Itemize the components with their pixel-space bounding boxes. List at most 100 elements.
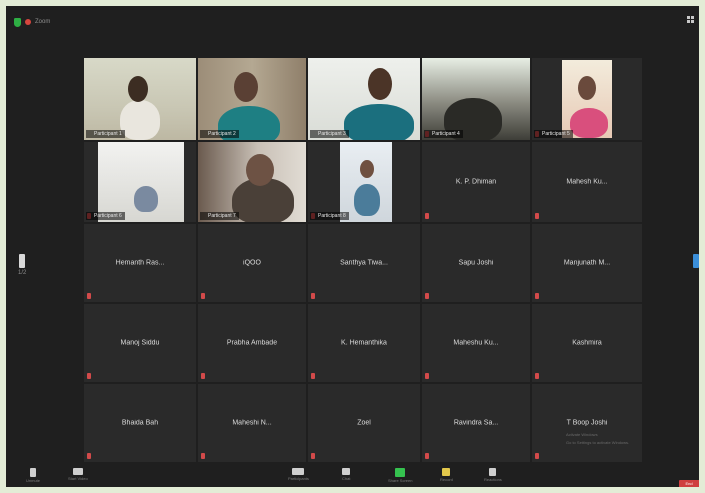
participant-tile[interactable]: Sapu Joshi bbox=[422, 224, 530, 302]
previous-page-button[interactable]: 1/2 bbox=[18, 254, 26, 276]
participant-name: Participant 7 bbox=[200, 212, 239, 220]
participant-tile[interactable]: Mahesh Ku... bbox=[532, 142, 642, 222]
video-tile[interactable]: Participant 1 bbox=[84, 58, 196, 140]
participant-name: T Boop Joshi bbox=[566, 419, 608, 427]
end-meeting-button[interactable]: End bbox=[679, 480, 699, 487]
speaker-view-grid-icon bbox=[687, 16, 694, 23]
participant-name: Bhaida Bah bbox=[121, 419, 159, 427]
participant-head bbox=[360, 160, 374, 178]
participant-body bbox=[354, 184, 380, 216]
reactions-label: Reactions bbox=[484, 477, 502, 482]
video-tile[interactable]: Participant 6 bbox=[84, 142, 196, 222]
mic-muted-icon bbox=[311, 293, 315, 299]
reactions-button[interactable]: Reactions bbox=[484, 468, 502, 482]
participant-body bbox=[570, 108, 608, 138]
participant-name: K. Hemanthika bbox=[341, 339, 387, 347]
participant-tile[interactable]: Hemanth Ras... bbox=[84, 224, 196, 302]
share-screen-button[interactable]: Share Screen bbox=[388, 468, 412, 483]
participant-name: Maheshu Ku... bbox=[453, 339, 499, 347]
chat-label: Chat bbox=[342, 476, 351, 481]
chat-icon bbox=[342, 468, 351, 475]
video-tile[interactable]: Participant 5 bbox=[532, 58, 642, 140]
meeting-title: Zoom bbox=[35, 19, 51, 25]
participant-head bbox=[128, 76, 148, 102]
participant-body bbox=[344, 104, 414, 140]
participant-name: Participant 1 bbox=[86, 130, 125, 138]
participant-name: Manoj Siddu bbox=[120, 339, 160, 347]
record-button[interactable]: Record bbox=[440, 468, 453, 482]
participant-tile[interactable]: Maheshi N... bbox=[198, 384, 306, 462]
participant-name: Santhya Tiwa... bbox=[340, 259, 388, 267]
start-video-button[interactable]: Start Video bbox=[68, 468, 88, 481]
participants-label: Participants bbox=[288, 476, 309, 481]
video-tile[interactable]: Participant 3 bbox=[308, 58, 420, 140]
participants-icon bbox=[292, 468, 305, 475]
view-button[interactable] bbox=[687, 16, 694, 23]
participant-tile[interactable]: K. Hemanthika bbox=[308, 304, 420, 382]
mic-muted-icon bbox=[425, 373, 429, 379]
participant-name: K. P. Dhiman bbox=[455, 178, 497, 186]
share-screen-label: Share Screen bbox=[388, 478, 413, 483]
chevron-right-icon bbox=[693, 254, 699, 268]
participant-head bbox=[246, 154, 274, 186]
share-screen-icon bbox=[395, 468, 406, 477]
watermark-line-1: Activate Windows bbox=[566, 432, 598, 437]
meeting-info[interactable]: Zoom bbox=[14, 16, 50, 28]
participant-tile[interactable]: Zoel bbox=[308, 384, 420, 462]
participant-name: Participant 5 bbox=[534, 130, 573, 138]
participant-name: Maheshi N... bbox=[232, 419, 272, 427]
participant-tile[interactable]: Prabha Ambade bbox=[198, 304, 306, 382]
video-off-icon bbox=[72, 468, 83, 475]
participant-tile[interactable]: Manjunath M... bbox=[532, 224, 642, 302]
watermark-line-2: Go to Settings to activate Windows. bbox=[566, 440, 630, 445]
mic-muted-icon bbox=[425, 213, 429, 219]
mic-muted-icon bbox=[311, 373, 315, 379]
participant-name: Hemanth Ras... bbox=[115, 259, 165, 267]
participant-head bbox=[368, 68, 392, 100]
mic-muted-icon bbox=[87, 453, 91, 459]
participant-tile[interactable]: Bhaida Bah bbox=[84, 384, 196, 462]
video-tile[interactable]: Participant 8 bbox=[308, 142, 420, 222]
participant-tile[interactable]: iQOO bbox=[198, 224, 306, 302]
participant-name: Participant 3 bbox=[310, 130, 349, 138]
mic-muted-icon bbox=[87, 293, 91, 299]
record-label: Record bbox=[440, 477, 453, 482]
participant-tile[interactable]: Manoj Siddu bbox=[84, 304, 196, 382]
top-bar: Zoom bbox=[6, 6, 699, 36]
participant-name: Mahesh Ku... bbox=[566, 178, 608, 186]
participant-head bbox=[578, 76, 596, 100]
participant-body bbox=[120, 100, 160, 140]
mic-muted-icon bbox=[87, 373, 91, 379]
participant-name: Participant 2 bbox=[200, 130, 239, 138]
participant-tile[interactable]: Kashmira bbox=[532, 304, 642, 382]
chevron-left-icon bbox=[19, 254, 26, 268]
unmute-button[interactable]: Unmute bbox=[26, 468, 40, 483]
meeting-toolbar: Unmute Start Video Participants Chat Sha… bbox=[6, 464, 699, 487]
video-tile[interactable]: Participant 7 bbox=[198, 142, 306, 222]
participant-tile[interactable]: Maheshu Ku... bbox=[422, 304, 530, 382]
participants-button[interactable]: Participants bbox=[288, 468, 309, 481]
reactions-icon bbox=[489, 468, 497, 476]
participant-name: Participant 8 bbox=[310, 212, 349, 220]
mic-muted-icon bbox=[201, 373, 205, 379]
video-tile[interactable]: Participant 2 bbox=[198, 58, 306, 140]
shield-check-icon[interactable] bbox=[14, 17, 21, 27]
chat-button[interactable]: Chat bbox=[342, 468, 350, 481]
participant-tile[interactable]: Santhya Tiwa... bbox=[308, 224, 420, 302]
video-tile[interactable]: Participant 4 bbox=[422, 58, 530, 140]
unmute-label: Unmute bbox=[26, 478, 41, 483]
participant-tile[interactable]: T Boop Joshi bbox=[532, 384, 642, 462]
participant-name: Ravindra Sa... bbox=[453, 419, 499, 427]
participant-tile[interactable]: K. P. Dhiman bbox=[422, 142, 530, 222]
record-dot-icon bbox=[25, 19, 31, 25]
meeting-window: Zoom 1/2 Participant 1 Participant 2 Par… bbox=[6, 6, 699, 487]
mic-muted-icon bbox=[311, 453, 315, 459]
participant-name: Zoel bbox=[357, 419, 371, 427]
mic-muted-icon bbox=[535, 373, 539, 379]
next-page-button[interactable] bbox=[693, 254, 699, 268]
mic-muted-icon bbox=[30, 468, 36, 477]
participant-tile[interactable]: Ravindra Sa... bbox=[422, 384, 530, 462]
participant-name: Manjunath M... bbox=[563, 259, 611, 267]
mic-muted-icon bbox=[535, 293, 539, 299]
record-icon bbox=[442, 468, 451, 476]
